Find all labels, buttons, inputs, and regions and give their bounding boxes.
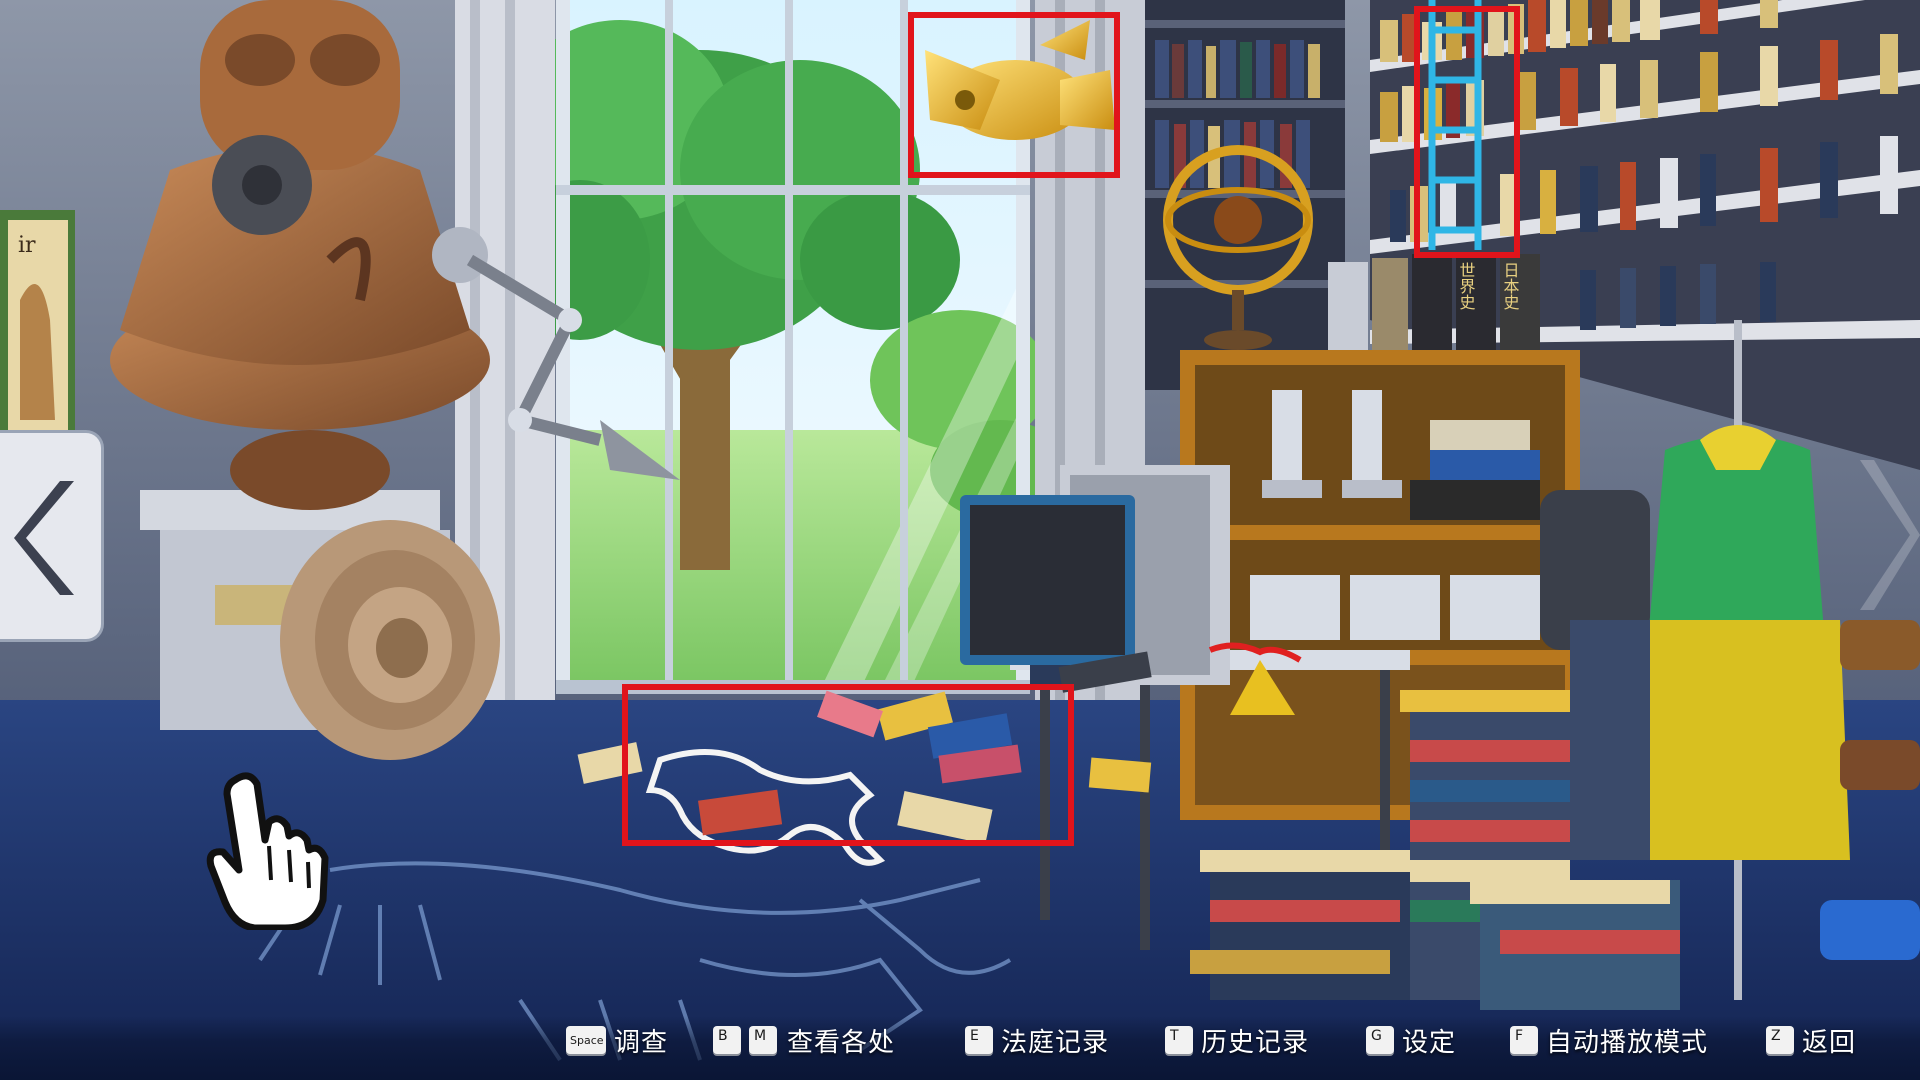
hotkey-auto-play-label: 自动播放模式 <box>1546 1027 1709 1058</box>
hotkey-back[interactable]: Z 返回 <box>1766 1022 1856 1058</box>
chevron-right-icon <box>1860 460 1920 610</box>
hotkey-court-record-label: 法庭记录 <box>1001 1027 1110 1058</box>
hotkey-back-label: 返回 <box>1802 1027 1857 1058</box>
poster-text: ir <box>18 233 36 258</box>
nav-left-button[interactable] <box>0 430 104 642</box>
key-space: Space <box>566 1026 606 1054</box>
hotkey-history-log[interactable]: T 历史记录 <box>1165 1022 1309 1058</box>
key-e: E <box>965 1026 993 1054</box>
key-f: F <box>1510 1026 1538 1054</box>
chevron-left-icon <box>14 481 74 595</box>
highlight-box-golden-artifact[interactable] <box>908 12 1120 178</box>
hotkey-settings-label: 设定 <box>1402 1027 1457 1058</box>
hotkey-court-record[interactable]: E 法庭记录 <box>965 1022 1109 1058</box>
book-world-history: 世界史 <box>1457 262 1476 311</box>
highlight-box-chalk-outline[interactable] <box>622 684 1074 846</box>
key-m: M <box>749 1026 777 1054</box>
nav-right-button[interactable] <box>1850 440 1920 630</box>
key-b: B <box>713 1026 741 1054</box>
hand-pointer-icon <box>205 770 335 934</box>
hotkey-settings[interactable]: G 设定 <box>1366 1022 1456 1058</box>
hotkey-history-log-label: 历史记录 <box>1201 1027 1310 1058</box>
key-z: Z <box>1766 1026 1794 1054</box>
hotkey-auto-play[interactable]: F 自动播放模式 <box>1510 1022 1708 1058</box>
book-japan-history: 日本史 <box>1501 262 1520 311</box>
key-t: T <box>1165 1026 1193 1054</box>
hotkey-investigate[interactable]: Space 调查 <box>566 1022 668 1058</box>
wall-poster: ir <box>0 210 75 440</box>
highlight-box-ladder[interactable] <box>1414 6 1520 258</box>
hotkey-view-locations-label: 查看各处 <box>787 1027 896 1058</box>
hotkey-investigate-label: 调查 <box>614 1027 669 1058</box>
hotkey-view-locations[interactable]: B M 查看各处 <box>713 1022 895 1058</box>
key-g: G <box>1366 1026 1394 1054</box>
ammonite-fossil <box>280 520 500 760</box>
history-books: 世界史 日本史 <box>1328 254 1540 352</box>
